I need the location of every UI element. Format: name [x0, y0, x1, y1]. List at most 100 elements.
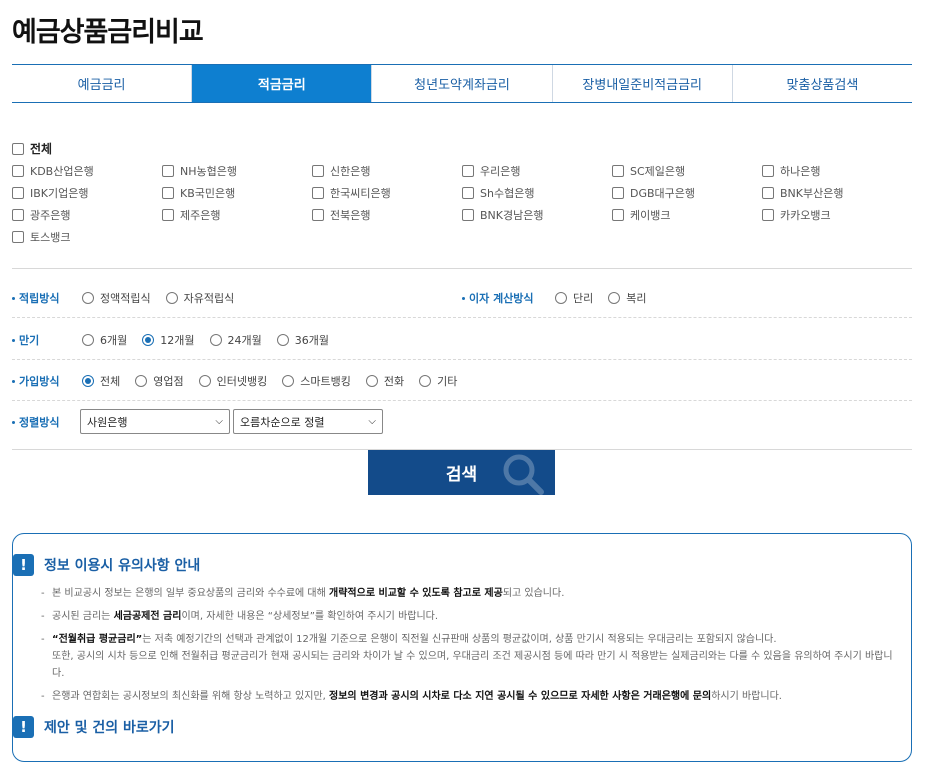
bank-checkbox-grid: KDB산업은행 NH농협은행 신한은행 우리은행 SC제일은행 하나은행 IBK…: [12, 163, 912, 244]
radio-circle[interactable]: [276, 334, 289, 346]
bank-label: 토스뱅크: [30, 230, 71, 244]
bank-label: KB국민은행: [180, 186, 236, 200]
bank-checkbox[interactable]: 전북은행: [312, 207, 462, 222]
checkbox-box[interactable]: [162, 208, 174, 221]
bank-all-checkbox[interactable]: 전체: [12, 140, 52, 157]
checkbox-box[interactable]: [762, 164, 774, 177]
radio-circle[interactable]: [419, 375, 432, 387]
tab-deposit-rate[interactable]: 예금금리: [12, 65, 193, 102]
radio-circle[interactable]: [365, 375, 378, 387]
bank-checkbox[interactable]: BNK경남은행: [462, 207, 612, 222]
radio-join-smart[interactable]: 스마트뱅킹: [282, 373, 351, 389]
term-options: 6개월 12개월 24개월 36개월: [82, 332, 329, 348]
radio-circle[interactable]: [82, 375, 94, 387]
bank-label: BNK경남은행: [480, 208, 544, 222]
chevron-down-icon: ⌵: [368, 416, 376, 427]
radio-circle[interactable]: [198, 375, 211, 387]
bank-checkbox[interactable]: 한국씨티은행: [312, 185, 462, 200]
bullet-dot: [12, 379, 15, 383]
checkbox-box[interactable]: [12, 230, 24, 243]
radio-circle[interactable]: [608, 292, 621, 304]
bank-checkbox[interactable]: NH농협은행: [162, 163, 312, 178]
radio-circle[interactable]: [165, 292, 178, 304]
bank-checkbox[interactable]: 광주은행: [12, 207, 162, 222]
bank-label: 신한은행: [330, 164, 371, 178]
radio-term-12m[interactable]: 12개월: [142, 332, 195, 348]
radio-fixed-saving[interactable]: 정액적립식: [82, 290, 151, 306]
bank-checkbox[interactable]: KDB산업은행: [12, 163, 162, 178]
bank-checkbox[interactable]: KB국민은행: [162, 185, 312, 200]
checkbox-box[interactable]: [312, 164, 324, 177]
proposal-link[interactable]: ! 제안 및 건의 바로가기: [13, 716, 175, 738]
checkbox-box[interactable]: [462, 164, 474, 177]
divider: [12, 359, 912, 360]
sort-field-select[interactable]: 사원은행 ⌵: [80, 409, 230, 434]
radio-compound-interest[interactable]: 복리: [608, 290, 647, 306]
notice-item: 본 비교공시 정보는 은행의 일부 중요상품의 금리와 수수료에 대해 개략적으…: [41, 585, 901, 602]
checkbox-box[interactable]: [462, 186, 474, 199]
tab-soldier-savings-rate[interactable]: 장병내일준비적금금리: [553, 65, 733, 102]
bank-checkbox[interactable]: 하나은행: [762, 163, 912, 178]
radio-circle[interactable]: [282, 375, 295, 387]
checkbox-box[interactable]: [312, 208, 324, 221]
radio-circle[interactable]: [142, 334, 155, 346]
radio-term-6m[interactable]: 6개월: [82, 332, 127, 348]
checkbox-box[interactable]: [162, 164, 174, 177]
bank-checkbox[interactable]: DGB대구은행: [612, 185, 762, 200]
radio-term-36m[interactable]: 36개월: [276, 332, 329, 348]
bank-checkbox[interactable]: 케이뱅크: [612, 207, 762, 222]
bank-checkbox[interactable]: Sh수협은행: [462, 185, 612, 200]
search-button[interactable]: 검색: [368, 450, 555, 495]
radio-circle[interactable]: [82, 334, 94, 346]
checkbox-box[interactable]: [612, 164, 624, 177]
checkbox-box[interactable]: [312, 186, 324, 199]
radio-circle[interactable]: [135, 375, 148, 387]
notice-list: 본 비교공시 정보는 은행의 일부 중요상품의 금리와 수수료에 대해 개략적으…: [41, 585, 901, 711]
tab-savings-rate[interactable]: 적금금리: [192, 65, 373, 102]
bank-checkbox[interactable]: 신한은행: [312, 163, 462, 178]
notice-item: “전월취급 평균금리”는 저축 예정기간의 선택과 관계없이 12개월 기준으로…: [41, 631, 901, 682]
bank-label: 카카오뱅크: [780, 208, 831, 222]
checkbox-box[interactable]: [612, 186, 624, 199]
bank-label: 광주은행: [30, 208, 71, 222]
checkbox-box[interactable]: [12, 208, 24, 221]
bullet-dot: [12, 338, 15, 342]
radio-join-phone[interactable]: 전화: [365, 373, 404, 389]
bank-checkbox[interactable]: IBK기업은행: [12, 185, 162, 200]
bank-checkbox[interactable]: 카카오뱅크: [762, 207, 912, 222]
bank-checkbox[interactable]: SC제일은행: [612, 163, 762, 178]
bank-checkbox[interactable]: 토스뱅크: [12, 229, 162, 244]
bank-label: 한국씨티은행: [330, 186, 391, 200]
tab-custom-product-search[interactable]: 맞춤상품검색: [733, 65, 912, 102]
bank-checkbox[interactable]: 제주은행: [162, 207, 312, 222]
radio-free-saving[interactable]: 자유적립식: [165, 290, 234, 306]
radio-term-24m[interactable]: 24개월: [209, 332, 262, 348]
checkbox-box[interactable]: [12, 186, 24, 199]
radio-join-other[interactable]: 기타: [419, 373, 457, 389]
radio-join-branch[interactable]: 영업점: [135, 373, 184, 389]
join-method-label: 가입방식: [12, 373, 59, 389]
checkbox-box[interactable]: [162, 186, 174, 199]
page-title: 예금상품금리비교: [12, 17, 204, 48]
tab-youth-leap-account-rate[interactable]: 청년도약계좌금리: [372, 65, 553, 102]
notice-box: ! 정보 이용시 유의사항 안내 본 비교공시 정보는 은행의 일부 중요상품의…: [12, 533, 912, 762]
divider: [12, 317, 912, 318]
bank-label: DGB대구은행: [630, 186, 696, 200]
checkbox-box[interactable]: [762, 208, 774, 221]
checkbox-box[interactable]: [12, 142, 24, 155]
radio-simple-interest[interactable]: 단리: [555, 290, 593, 306]
radio-join-all[interactable]: 전체: [82, 373, 120, 389]
radio-circle[interactable]: [209, 334, 222, 346]
bank-checkbox[interactable]: 우리은행: [462, 163, 612, 178]
radio-circle[interactable]: [82, 292, 94, 304]
checkbox-box[interactable]: [462, 208, 474, 221]
sort-order-select[interactable]: 오름차순으로 정렬 ⌵: [233, 409, 383, 434]
checkbox-box[interactable]: [12, 164, 24, 177]
checkbox-box[interactable]: [762, 186, 774, 199]
bank-checkbox[interactable]: BNK부산은행: [762, 185, 912, 200]
checkbox-box[interactable]: [612, 208, 624, 221]
radio-join-internet[interactable]: 인터넷뱅킹: [198, 373, 267, 389]
bank-label: 전북은행: [330, 208, 371, 222]
radio-circle[interactable]: [555, 292, 567, 304]
bank-label: KDB산업은행: [30, 164, 94, 178]
